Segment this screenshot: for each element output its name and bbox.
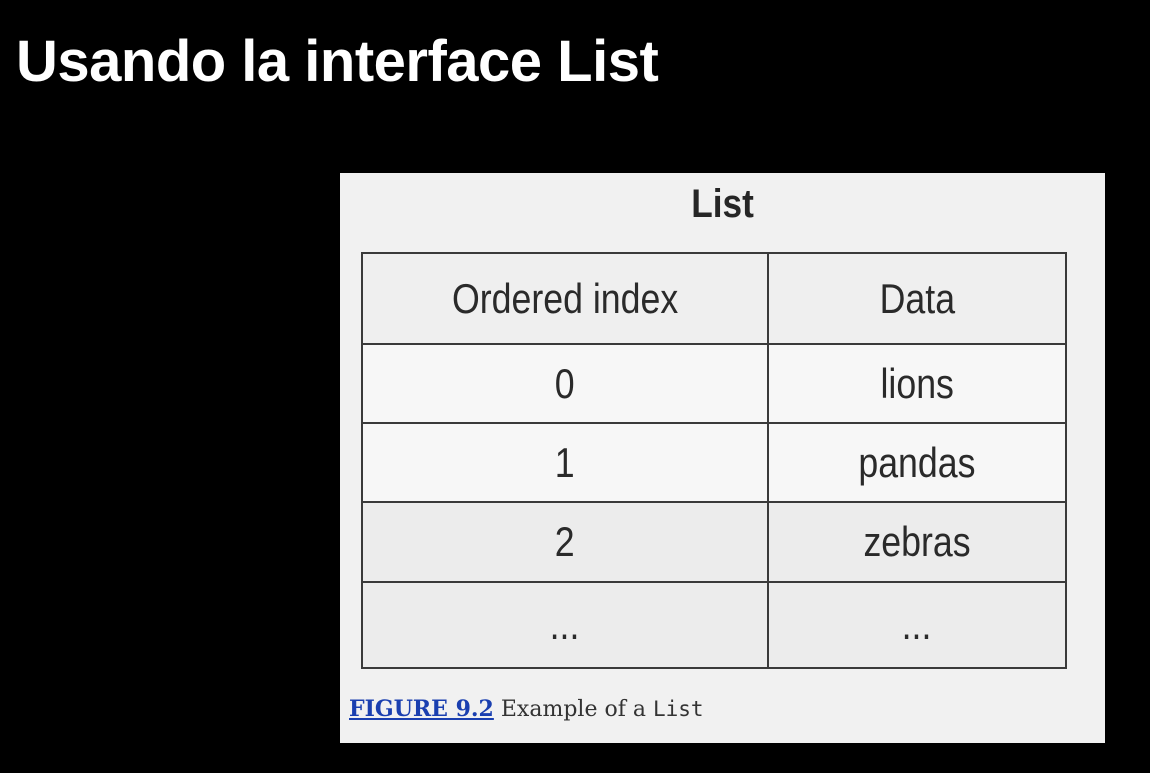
figure-caption: FIGURE 9.2 Example of a List <box>349 696 704 722</box>
figure-heading: List <box>691 182 754 226</box>
data-cell: ... <box>767 580 1067 670</box>
caption-code: List <box>652 697 704 721</box>
table-row: ... ... <box>361 580 1067 670</box>
index-cell: ... <box>361 580 769 670</box>
index-cell: 2 <box>361 501 769 583</box>
slide-title: Usando la interface List <box>16 29 659 94</box>
table-row: 2 zebras <box>361 501 1067 583</box>
caption-text: Example of a <box>500 697 646 722</box>
column-header-data: Data <box>767 252 1067 345</box>
table-row: 1 pandas <box>361 422 1067 504</box>
data-cell: pandas <box>767 422 1067 504</box>
slide: Usando la interface List List Ordered in… <box>0 0 1150 773</box>
table-header-row: Ordered index Data <box>361 252 1067 345</box>
column-header-ordered-index: Ordered index <box>361 252 769 345</box>
list-table: Ordered index Data 0 lions 1 pandas 2 ze… <box>361 252 1067 670</box>
index-cell: 0 <box>361 342 769 425</box>
table-row: 0 lions <box>361 342 1067 425</box>
data-cell: lions <box>767 342 1067 425</box>
figure-label-link[interactable]: FIGURE 9.2 <box>349 696 494 722</box>
data-cell: zebras <box>767 501 1067 583</box>
index-cell: 1 <box>361 422 769 504</box>
figure-panel: List Ordered index Data 0 lions 1 pandas <box>340 173 1105 743</box>
